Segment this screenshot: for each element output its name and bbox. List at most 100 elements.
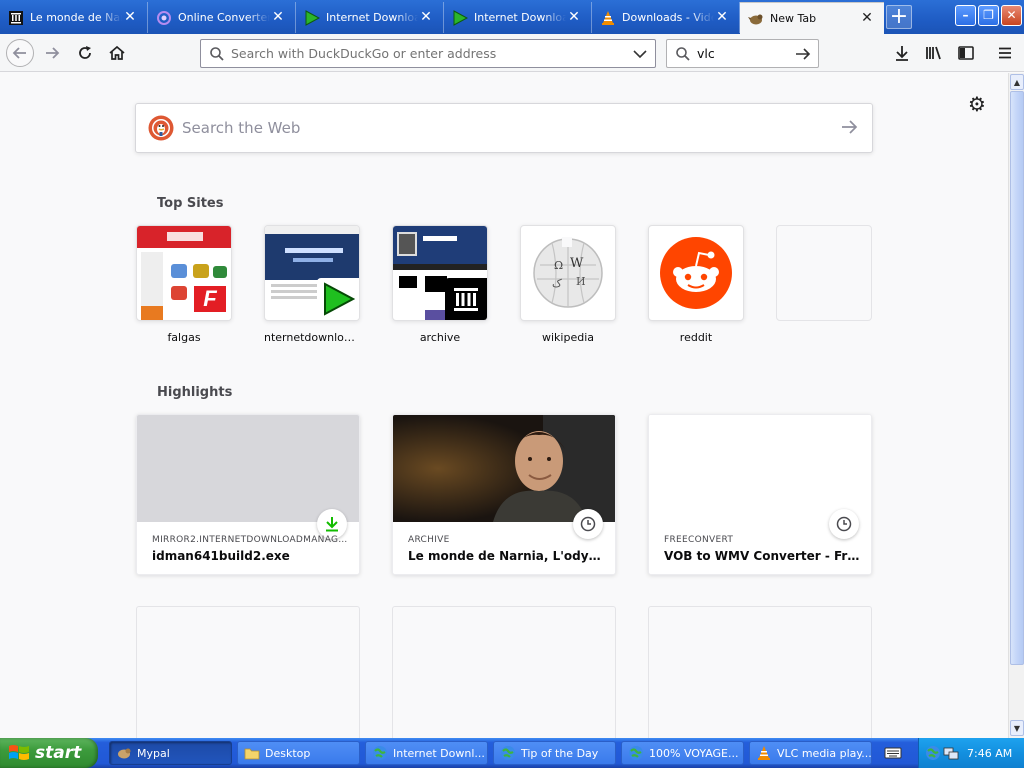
restore-button[interactable]: ❐: [978, 5, 999, 26]
url-bar[interactable]: [200, 39, 656, 68]
taskbar-item-desktop[interactable]: Desktop: [237, 741, 360, 765]
minimize-button[interactable]: –: [955, 5, 976, 26]
web-search-input[interactable]: [182, 119, 822, 137]
highlight-card[interactable]: FREECONVERT VOB to WMV Converter - FreeC…: [648, 414, 872, 575]
back-button[interactable]: [6, 39, 34, 67]
scroll-down-button[interactable]: ▼: [1010, 720, 1024, 736]
taskbar-item-tip-of-the-day[interactable]: Tip of the Day: [493, 741, 616, 765]
task-label: 100% VOYAGE...: [649, 746, 739, 760]
globe-icon: [372, 745, 388, 761]
archive-logo-icon: [445, 278, 487, 320]
highlight-placeholder: [648, 606, 872, 738]
highlight-placeholder: [136, 606, 360, 738]
vlc-icon: [600, 10, 616, 26]
forward-button[interactable]: [38, 39, 66, 67]
close-icon[interactable]: ✕: [123, 10, 137, 24]
top-site-internetdownloadmanager[interactable]: nternetdownload...: [264, 225, 360, 344]
mypal-icon: [748, 11, 764, 27]
card-title: VOB to WMV Converter - FreeC...: [664, 549, 860, 563]
keyboard-icon[interactable]: [884, 745, 902, 761]
tab-label: Online Converter: [178, 11, 270, 24]
top-site-empty[interactable]: [776, 225, 872, 331]
tab-new-tab[interactable]: New Tab ✕: [740, 2, 884, 34]
task-label: Desktop: [265, 746, 311, 760]
search-icon: [676, 46, 690, 61]
task-label: Internet Downl...: [393, 746, 485, 760]
tab-online-converter[interactable]: Online Converter ✕: [148, 2, 296, 33]
card-host: FREECONVERT: [664, 535, 734, 545]
sidebar-button[interactable]: [952, 39, 980, 67]
close-icon[interactable]: ✕: [567, 10, 581, 24]
taskbar: start Mypal Desktop Internet Downl... Ti…: [0, 738, 1024, 768]
tab-videolan[interactable]: Downloads - VideoLAN ✕: [592, 2, 740, 33]
taskbar-item-mypal[interactable]: Mypal: [109, 741, 232, 765]
navigation-toolbar: [0, 34, 1024, 72]
close-icon[interactable]: ✕: [271, 10, 285, 24]
clock: 7:46 AM: [967, 746, 1013, 760]
idm-icon: [452, 9, 468, 26]
sidebar-icon: [958, 46, 974, 60]
site-thumbnail: [264, 225, 360, 321]
highlight-card[interactable]: MIRROR2.INTERNETDOWNLOADMANAGE... idman6…: [136, 414, 360, 575]
folder-icon: [244, 745, 260, 761]
url-input[interactable]: [231, 46, 621, 61]
search-bar[interactable]: [666, 39, 819, 68]
taskbar-item-vlc[interactable]: VLC media play...: [749, 741, 872, 765]
top-site-wikipedia[interactable]: Ω W ک И wikipedia: [520, 225, 616, 344]
tab-narnia[interactable]: Le monde de Narnia ✕: [0, 2, 148, 33]
network-globe-icon[interactable]: [925, 745, 941, 761]
library-button[interactable]: [920, 39, 948, 67]
network-connection-icon[interactable]: [943, 745, 959, 761]
search-icon: [210, 46, 224, 61]
close-icon[interactable]: ✕: [419, 10, 433, 24]
new-tab-button[interactable]: +: [886, 5, 912, 29]
search-go-icon[interactable]: [795, 47, 811, 61]
svg-text:Ω: Ω: [554, 259, 563, 272]
search-go-icon[interactable]: [840, 118, 858, 136]
window-close-button[interactable]: ✕: [1001, 5, 1022, 26]
mypal-icon: [116, 745, 132, 761]
taskbar-item-internet-download-manager[interactable]: Internet Downl...: [365, 741, 488, 765]
scroll-up-button[interactable]: ▲: [1010, 74, 1024, 90]
highlight-card[interactable]: ARCHIVE Le monde de Narnia, L'odyssée d.…: [392, 414, 616, 575]
converter-icon: [156, 10, 172, 26]
task-label: Tip of the Day: [521, 746, 599, 760]
svg-text:W: W: [570, 256, 584, 271]
site-thumbnail: [648, 225, 744, 321]
svg-text:ک: ک: [552, 277, 562, 290]
site-label: reddit: [679, 331, 713, 344]
chevron-down-icon[interactable]: [633, 49, 647, 59]
site-thumbnail-placeholder: [776, 225, 872, 321]
start-button[interactable]: start: [0, 738, 98, 768]
web-search-box[interactable]: [135, 103, 873, 153]
site-label: nternetdownload...: [264, 331, 360, 344]
taskbar-item-voyage[interactable]: 100% VOYAGE...: [621, 741, 744, 765]
reload-icon: [79, 46, 91, 59]
card-title: Le monde de Narnia, L'odyssée d...: [408, 549, 604, 563]
gear-icon[interactable]: ⚙: [966, 93, 988, 115]
top-site-archive[interactable]: archive: [392, 225, 488, 344]
card-host: ARCHIVE: [408, 535, 450, 545]
tab-idm-1[interactable]: Internet Download Manager ✕: [296, 2, 444, 33]
svg-text:И: И: [576, 275, 586, 288]
highlights-heading: Highlights: [157, 385, 233, 400]
close-icon[interactable]: ✕: [715, 10, 729, 24]
menu-button[interactable]: [991, 39, 1019, 67]
home-button[interactable]: [103, 39, 131, 67]
downloads-button[interactable]: [888, 39, 916, 67]
tab-idm-2[interactable]: Internet Download Manager ✕: [444, 2, 592, 33]
close-icon[interactable]: ✕: [860, 11, 874, 25]
vlc-icon: [756, 745, 772, 761]
reload-button[interactable]: [71, 39, 99, 67]
site-thumbnail: [392, 225, 488, 321]
vertical-scrollbar[interactable]: ▲ ▼: [1008, 73, 1024, 738]
scroll-thumb[interactable]: [1010, 91, 1024, 665]
top-site-reddit[interactable]: reddit: [648, 225, 744, 344]
reddit-logo-icon: [660, 237, 732, 309]
globe-icon: [500, 745, 516, 761]
idm-logo-icon: [317, 278, 359, 320]
search-input[interactable]: [697, 46, 791, 61]
site-label: archive: [419, 331, 461, 344]
top-site-falgas[interactable]: F falgas: [136, 225, 232, 344]
idm-icon: [304, 9, 320, 26]
